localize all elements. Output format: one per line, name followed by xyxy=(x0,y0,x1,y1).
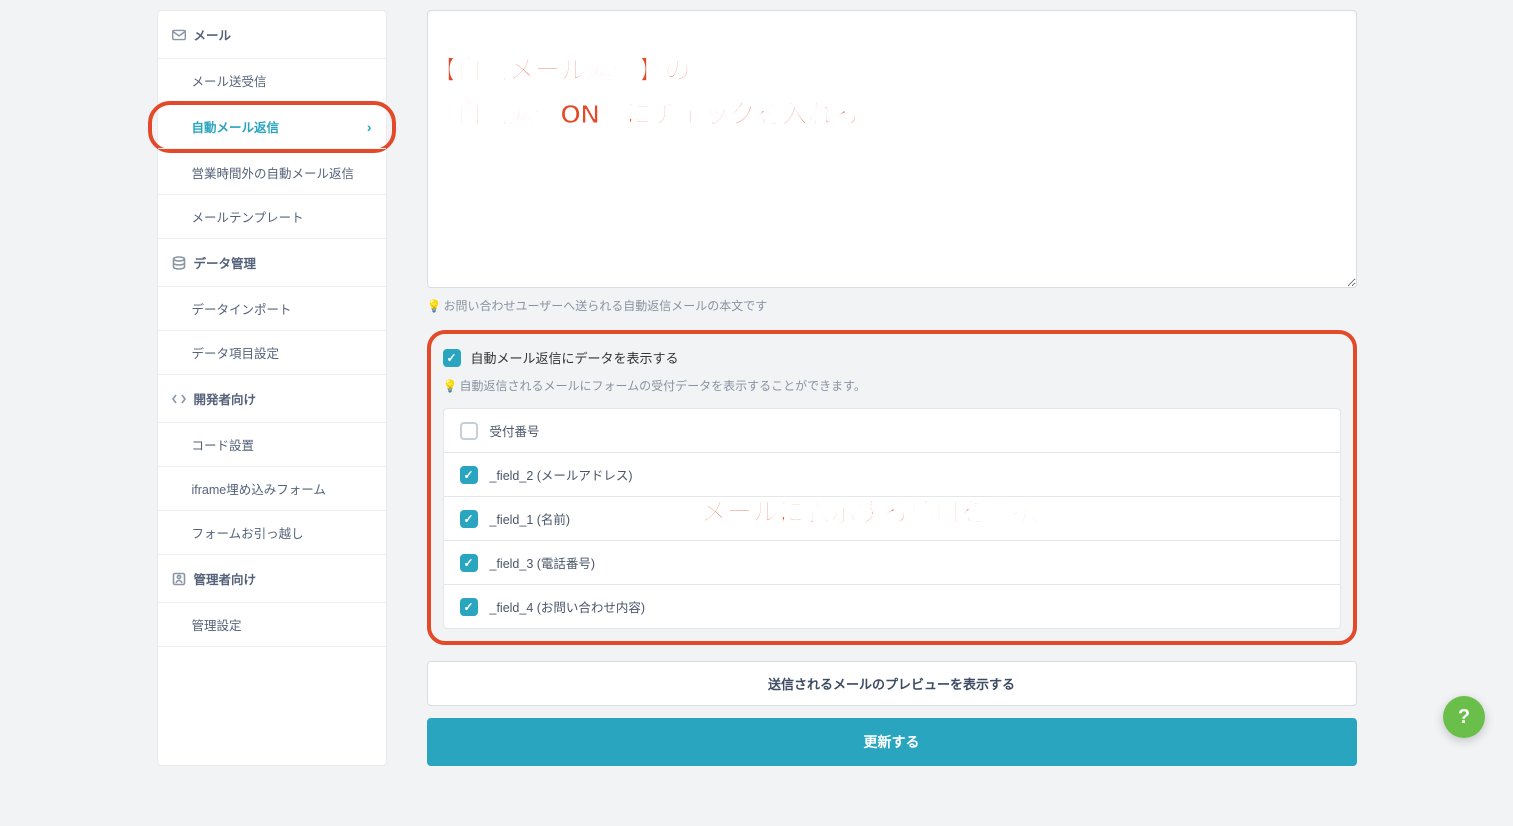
nav-section-mail[interactable]: メール xyxy=(158,11,386,59)
field-row-field1[interactable]: _field_1 (名前) xyxy=(444,497,1340,541)
preview-button[interactable]: 送信されるメールのプレビューを表示する xyxy=(427,661,1357,706)
nav-item-label: メール送受信 xyxy=(192,71,267,90)
show-data-hint-text: 自動返信されるメールにフォームの受付データを表示することができます。 xyxy=(459,379,865,393)
nav-item-admin-settings[interactable]: 管理設定 xyxy=(158,603,386,647)
nav-item-label: iframe埋め込みフォーム xyxy=(192,479,326,498)
bulb-icon: 💡 xyxy=(427,299,442,313)
autoreply-body-textarea[interactable] xyxy=(427,10,1357,288)
nav-item-label: 自動メール返信 xyxy=(192,117,280,136)
bulb-icon: 💡 xyxy=(443,379,458,393)
show-data-checkbox[interactable] xyxy=(443,349,461,367)
nav-item-label: データ項目設定 xyxy=(192,343,280,362)
nav-item-mail-templates[interactable]: メールテンプレート xyxy=(158,195,386,239)
field-label: 受付番号 xyxy=(490,421,540,440)
nav-item-dev-iframe[interactable]: iframe埋め込みフォーム xyxy=(158,467,386,511)
update-button-label: 更新する xyxy=(864,734,920,750)
field-label: _field_2 (メールアドレス) xyxy=(490,465,633,484)
field-row-field4[interactable]: _field_4 (お問い合わせ内容) xyxy=(444,585,1340,628)
body-hint-text: お問い合わせユーザーへ送られる自動返信メールの本文です xyxy=(443,299,767,313)
sidebar: メール メール送受信 自動メール返信 › 営業時間外の自動メール返信 メールテン… xyxy=(157,10,387,766)
main-content: 【自動メール返信】の 「自動返信ON」にチェックを入れる 💡お問い合わせユーザー… xyxy=(427,10,1357,766)
field-label: _field_3 (電話番号) xyxy=(490,553,596,572)
nav-item-mail-autoreply[interactable]: 自動メール返信 › xyxy=(158,105,386,149)
update-button[interactable]: 更新する xyxy=(427,718,1357,766)
nav-item-dev-migrate[interactable]: フォームお引っ越し xyxy=(158,511,386,555)
field-label: _field_4 (お問い合わせ内容) xyxy=(490,597,646,616)
show-data-label: 自動メール返信にデータを表示する xyxy=(471,348,679,367)
field-checkbox[interactable] xyxy=(460,510,478,528)
annotation-oval-autoreply: 自動メール返信 › xyxy=(148,101,396,153)
field-checkbox[interactable] xyxy=(460,466,478,484)
nav-item-mail-afterhours[interactable]: 営業時間外の自動メール返信 xyxy=(158,151,386,195)
nav-item-dev-code[interactable]: コード設置 xyxy=(158,423,386,467)
field-checkbox[interactable] xyxy=(460,422,478,440)
body-hint: 💡お問い合わせユーザーへ送られる自動返信メールの本文です xyxy=(427,297,1357,314)
help-fab[interactable]: ? xyxy=(1443,696,1485,738)
nav-item-label: メールテンプレート xyxy=(192,207,304,226)
code-icon xyxy=(172,393,186,405)
field-checkbox[interactable] xyxy=(460,554,478,572)
nav-section-label: 管理者向け xyxy=(194,569,257,588)
nav-item-label: 管理設定 xyxy=(192,615,242,634)
nav-item-label: コード設置 xyxy=(192,435,255,454)
nav-item-data-import[interactable]: データインポート xyxy=(158,287,386,331)
mail-icon xyxy=(172,29,186,41)
preview-button-label: 送信されるメールのプレビューを表示する xyxy=(768,677,1015,692)
field-row-field2[interactable]: _field_2 (メールアドレス) xyxy=(444,453,1340,497)
nav-item-label: 営業時間外の自動メール返信 xyxy=(192,163,355,182)
fields-table: 受付番号 _field_2 (メールアドレス) _field_1 (名前) _f… xyxy=(443,408,1341,629)
field-label: _field_1 (名前) xyxy=(490,509,571,528)
nav-item-label: データインポート xyxy=(192,299,292,318)
help-icon: ? xyxy=(1458,706,1470,729)
nav-section-label: 開発者向け xyxy=(194,389,257,408)
field-checkbox[interactable] xyxy=(460,598,478,616)
field-row-receipt[interactable]: 受付番号 xyxy=(444,409,1340,453)
nav-item-label: フォームお引っ越し xyxy=(192,523,304,542)
show-data-row[interactable]: 自動メール返信にデータを表示する xyxy=(443,344,1341,371)
chevron-right-icon: › xyxy=(367,119,372,135)
nav-item-data-fields[interactable]: データ項目設定 xyxy=(158,331,386,375)
nav-section-admin[interactable]: 管理者向け xyxy=(158,555,386,603)
admin-icon xyxy=(172,572,186,586)
annotation-box-fields: 自動メール返信にデータを表示する 💡自動返信されるメールにフォームの受付データを… xyxy=(427,330,1357,645)
nav-section-dev[interactable]: 開発者向け xyxy=(158,375,386,423)
database-icon xyxy=(172,256,186,270)
nav-section-label: データ管理 xyxy=(194,253,257,272)
show-data-hint: 💡自動返信されるメールにフォームの受付データを表示することができます。 xyxy=(443,377,1341,394)
nav-section-label: メール xyxy=(194,25,232,44)
nav-item-mail-sendrecv[interactable]: メール送受信 xyxy=(158,59,386,103)
nav-section-data[interactable]: データ管理 xyxy=(158,239,386,287)
field-row-field3[interactable]: _field_3 (電話番号) xyxy=(444,541,1340,585)
